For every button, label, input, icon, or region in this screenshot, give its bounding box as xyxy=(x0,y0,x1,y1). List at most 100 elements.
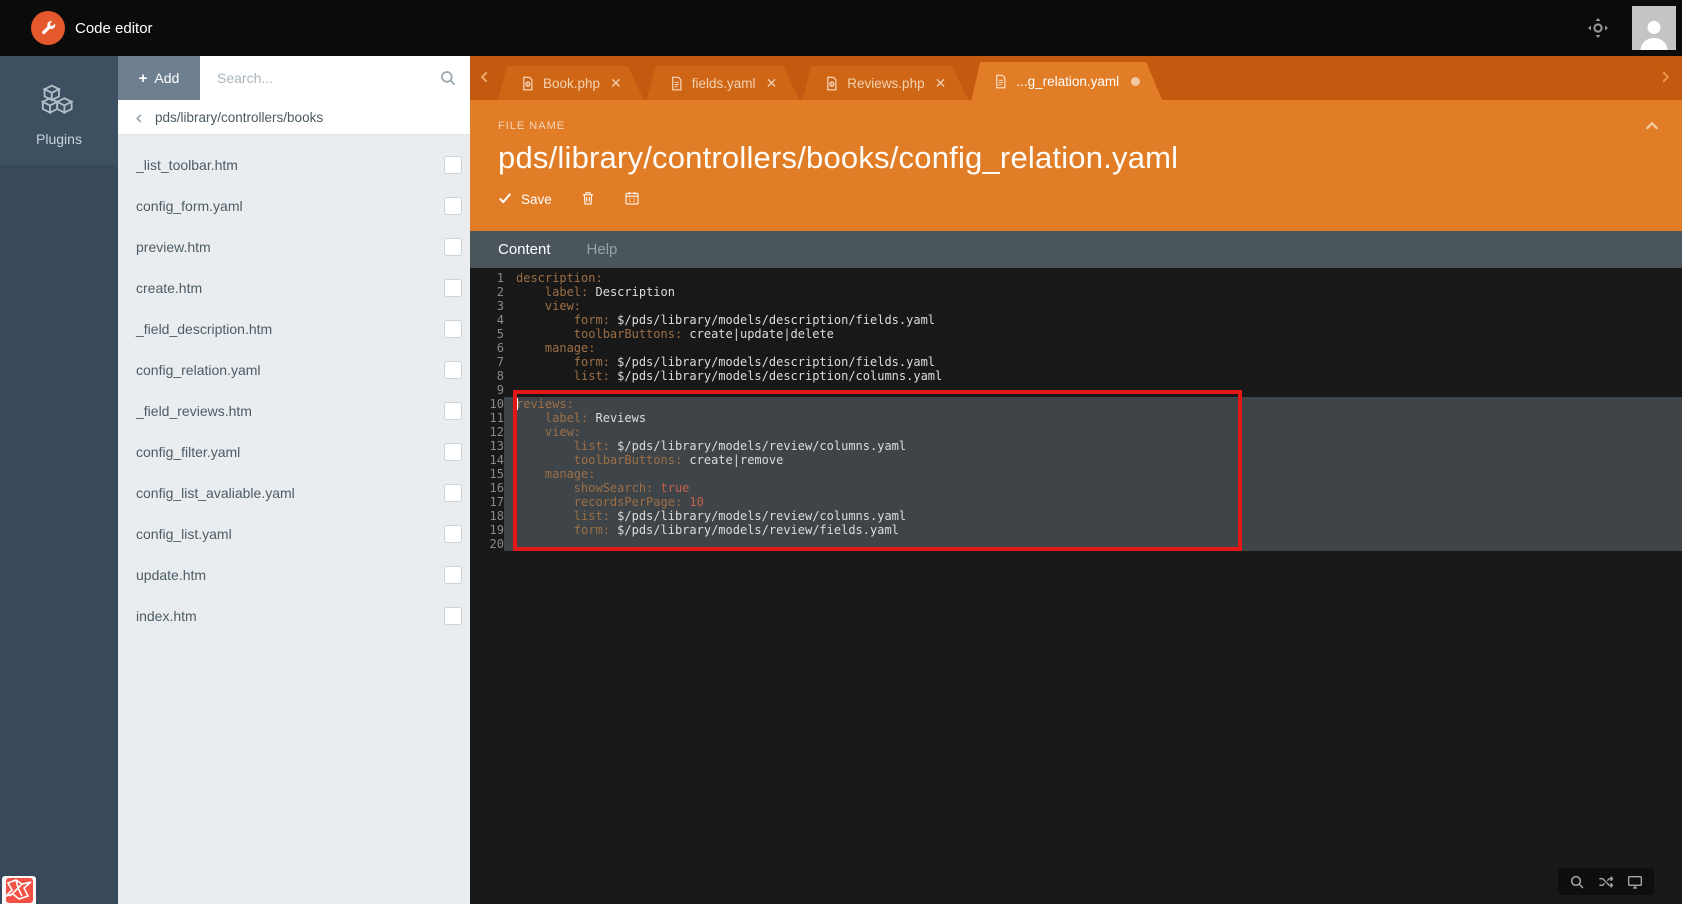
file-checkbox[interactable] xyxy=(444,156,462,174)
text-cursor xyxy=(516,398,518,410)
editor-tab[interactable]: fields.yaml ✕ xyxy=(647,66,800,100)
editor-tab[interactable]: Book.php ✕ xyxy=(498,66,644,100)
file-list-item[interactable]: preview.htm xyxy=(118,226,470,267)
file-name: config_relation.yaml xyxy=(136,362,444,378)
laravel-logo-icon xyxy=(6,878,33,903)
code-line[interactable]: 14 toolbarButtons: create|remove xyxy=(470,453,1682,467)
file-name: create.htm xyxy=(136,280,444,296)
save-button[interactable]: Save xyxy=(498,191,552,208)
code-line[interactable]: 2 label: Description xyxy=(470,285,1682,299)
code-line[interactable]: 18 list: $/pds/library/models/review/col… xyxy=(470,509,1682,523)
close-icon[interactable]: ✕ xyxy=(610,75,622,92)
file-checkbox[interactable] xyxy=(444,607,462,625)
search-box xyxy=(200,56,470,100)
add-button-label: Add xyxy=(154,70,179,86)
file-name: config_list_avaliable.yaml xyxy=(136,485,444,501)
file-checkbox[interactable] xyxy=(444,443,462,461)
file-list-item[interactable]: config_list.yaml xyxy=(118,513,470,554)
check-icon xyxy=(498,191,512,208)
close-icon[interactable]: ✕ xyxy=(935,75,947,92)
code-line[interactable]: 11 label: Reviews xyxy=(470,411,1682,425)
editor-tab[interactable]: Reviews.php ✕ xyxy=(802,66,968,100)
nav-item[interactable]: Code editor xyxy=(12,0,172,56)
code-line[interactable]: 16 showSearch: true xyxy=(470,481,1682,495)
sidebar-item-plugins[interactable]: Plugins xyxy=(0,56,118,165)
add-button[interactable]: + Add xyxy=(118,56,200,100)
save-button-label: Save xyxy=(521,192,552,207)
file-list-item[interactable]: config_form.yaml xyxy=(118,185,470,226)
line-number: 7 xyxy=(470,355,504,369)
content-tab[interactable]: Help xyxy=(587,241,618,258)
avatar[interactable] xyxy=(1632,6,1676,50)
editor-shuffle-icon[interactable] xyxy=(1598,874,1614,890)
file-list-item[interactable]: config_list_avaliable.yaml xyxy=(118,472,470,513)
file-checkbox[interactable] xyxy=(444,197,462,215)
file-list-item[interactable]: config_filter.yaml xyxy=(118,431,470,472)
editor-search-icon[interactable] xyxy=(1569,874,1585,890)
editor-tab-bar: Book.php ✕ fields.yaml ✕ Reviews.php ✕ .… xyxy=(470,56,1682,100)
file-name: config_form.yaml xyxy=(136,198,444,214)
code-area[interactable]: 1description:2 label: Description3 view:… xyxy=(470,268,1682,904)
editor-toolbar: Save xyxy=(498,190,1682,209)
line-number: 3 xyxy=(470,299,504,313)
code-line[interactable]: 19 form: $/pds/library/models/review/fie… xyxy=(470,523,1682,537)
code-text: manage: xyxy=(504,467,1682,481)
code-line[interactable]: 4 form: $/pds/library/models/description… xyxy=(470,313,1682,327)
code-line[interactable]: 5 toolbarButtons: create|update|delete xyxy=(470,327,1682,341)
file-list-item[interactable]: _field_reviews.htm xyxy=(118,390,470,431)
file-checkbox[interactable] xyxy=(444,361,462,379)
yaml-file-icon xyxy=(669,76,684,91)
file-checkbox[interactable] xyxy=(444,402,462,420)
code-text: list: $/pds/library/models/review/column… xyxy=(504,509,1682,523)
code-line[interactable]: 12 view: xyxy=(470,425,1682,439)
tabs-scroll-right-icon[interactable] xyxy=(1658,70,1674,86)
move-icon[interactable] xyxy=(1586,16,1610,40)
page-title: pds/library/controllers/books/config_rel… xyxy=(498,140,1682,176)
file-checkbox[interactable] xyxy=(444,320,462,338)
code-editor-panel: Book.php ✕ fields.yaml ✕ Reviews.php ✕ .… xyxy=(470,56,1682,904)
code-line[interactable]: 1description: xyxy=(470,271,1682,285)
search-input[interactable] xyxy=(200,56,470,100)
file-list-item[interactable]: config_relation.yaml xyxy=(118,349,470,390)
line-number: 19 xyxy=(470,523,504,537)
editor-fullscreen-icon[interactable] xyxy=(1627,874,1643,890)
close-icon[interactable]: ✕ xyxy=(766,75,778,92)
code-line[interactable]: 17 recordsPerPage: 10 xyxy=(470,495,1682,509)
history-button[interactable] xyxy=(624,190,640,209)
code-line[interactable]: 13 list: $/pds/library/models/review/col… xyxy=(470,439,1682,453)
code-line[interactable]: 7 form: $/pds/library/models/description… xyxy=(470,355,1682,369)
laravel-badge[interactable] xyxy=(2,876,36,904)
breadcrumb[interactable]: pds/library/controllers/books xyxy=(118,100,470,135)
file-list-item[interactable]: _list_toolbar.htm xyxy=(118,144,470,185)
code-text: form: $/pds/library/models/description/f… xyxy=(504,355,1682,369)
code-text: manage: xyxy=(504,341,1682,355)
code-line[interactable]: 15 manage: xyxy=(470,467,1682,481)
line-number: 6 xyxy=(470,341,504,355)
code-line[interactable]: 20 xyxy=(470,537,1682,551)
code-line[interactable]: 8 list: $/pds/library/models/description… xyxy=(470,369,1682,383)
code-text: reviews: xyxy=(504,397,1682,411)
file-checkbox[interactable] xyxy=(444,525,462,543)
sidebar: Plugins xyxy=(0,56,118,904)
collapse-header-button[interactable] xyxy=(1644,118,1660,137)
file-checkbox[interactable] xyxy=(444,279,462,297)
code-line[interactable]: 3 view: xyxy=(470,299,1682,313)
code-text: list: $/pds/library/models/description/c… xyxy=(504,369,1682,383)
line-number: 17 xyxy=(470,495,504,509)
file-list-item[interactable]: update.htm xyxy=(118,554,470,595)
code-line[interactable]: 9 xyxy=(470,383,1682,397)
editor-tab[interactable]: ...g_relation.yaml xyxy=(971,62,1162,100)
delete-button[interactable] xyxy=(580,190,596,209)
tabs-scroll-left-icon[interactable] xyxy=(478,70,494,86)
file-checkbox[interactable] xyxy=(444,238,462,256)
chevron-left-icon[interactable] xyxy=(134,112,145,123)
code-text: label: Reviews xyxy=(504,411,1682,425)
content-tab[interactable]: Content xyxy=(498,241,551,258)
file-list-item[interactable]: index.htm xyxy=(118,595,470,636)
code-line[interactable]: 10reviews: xyxy=(470,397,1682,411)
file-checkbox[interactable] xyxy=(444,566,462,584)
file-checkbox[interactable] xyxy=(444,484,462,502)
file-list-item[interactable]: create.htm xyxy=(118,267,470,308)
file-list-item[interactable]: _field_description.htm xyxy=(118,308,470,349)
code-line[interactable]: 6 manage: xyxy=(470,341,1682,355)
